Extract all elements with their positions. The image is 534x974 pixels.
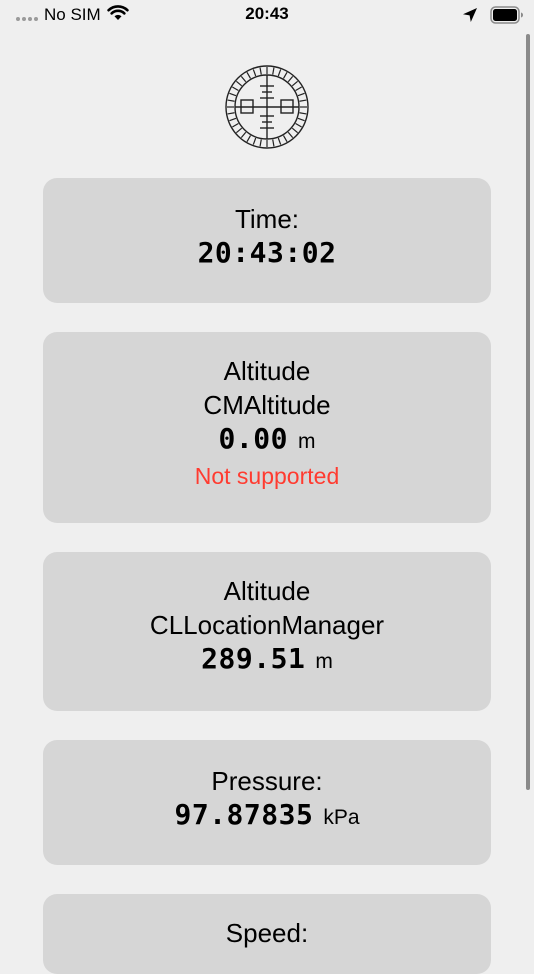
cllocation-altitude-title: Altitude <box>223 576 311 606</box>
time-card: Time: 20:43:02 <box>43 178 491 303</box>
speed-label: Speed: <box>225 918 309 948</box>
time-label: Time: <box>234 204 300 234</box>
status-bar-right <box>462 6 524 29</box>
cllocation-altitude-value: 289.51 <box>201 642 306 675</box>
cmaltitude-status: Not supported <box>194 463 340 489</box>
cmaltitude-source: CMAltitude <box>203 390 331 420</box>
cllocation-altitude-source: CLLocationManager <box>149 610 385 640</box>
cmaltitude-title: Altitude <box>223 356 311 386</box>
cmaltitude-card: Altitude CMAltitude 0.00 m Not supported <box>43 332 491 523</box>
cllocation-altitude-card: Altitude CLLocationManager 289.51 m <box>43 552 491 711</box>
cmaltitude-value: 0.00 <box>218 422 288 455</box>
speed-card: Speed: <box>43 894 491 974</box>
status-bar-time: 20:43 <box>245 4 289 23</box>
cmaltitude-unit: m <box>297 430 316 453</box>
status-bar: No SIM 20:43 <box>0 0 534 32</box>
time-value: 20:43:02 <box>197 236 337 269</box>
battery-icon <box>490 6 524 29</box>
pressure-value: 97.87835 <box>174 798 314 831</box>
pressure-label: Pressure: <box>211 766 323 796</box>
scroll-indicator[interactable] <box>526 34 530 790</box>
pressure-card: Pressure: 97.87835 kPa <box>43 740 491 865</box>
pressure-unit: kPa <box>323 806 360 829</box>
location-arrow-icon <box>462 7 478 28</box>
compass-logo-icon <box>222 64 312 150</box>
cllocation-altitude-unit: m <box>315 650 333 673</box>
